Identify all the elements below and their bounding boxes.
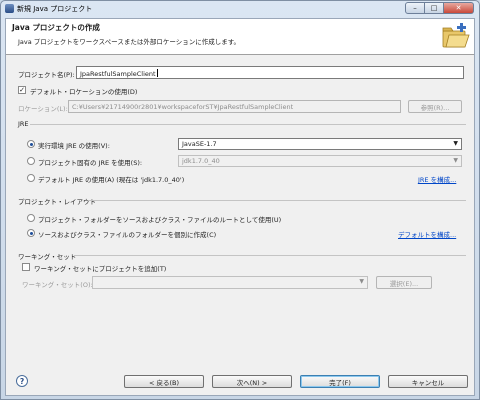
layout-root-label: プロジェクト・フォルダーをソースおよびクラス・ファイルのルートとして使用(U) <box>38 216 282 224</box>
working-sets-group-divider <box>74 255 466 256</box>
help-icon[interactable]: ? <box>16 375 28 387</box>
finish-button[interactable]: 完了(F) <box>300 375 380 388</box>
working-set-select[interactable]: ▼ <box>92 276 368 289</box>
location-label: ロケーション(L): <box>18 105 68 113</box>
jre-exec-env-radio[interactable] <box>27 140 35 148</box>
dialog-client-area: Java プロジェクトの作成 Java プロジェクトをワークスペースまたは外部ロ… <box>5 18 475 396</box>
jre-project-specific-value: jdk1.7.0_40 <box>182 157 220 165</box>
layout-root-radio[interactable] <box>27 214 35 222</box>
project-name-input[interactable]: JpaRestfulSampleClient <box>76 66 464 79</box>
working-set-field-label: ワーキング・セット(O): <box>22 281 93 289</box>
maximize-button[interactable]: □ <box>425 2 444 14</box>
project-name-label: プロジェクト名(P): <box>18 71 75 79</box>
dropdown-arrow-icon: ▼ <box>453 157 458 164</box>
back-button[interactable]: < 戻る(B) <box>124 375 204 388</box>
location-input[interactable]: C:¥Users¥21714900r2801¥workspaceforST¥Jp… <box>68 100 401 113</box>
browse-button[interactable]: 参照(R)... <box>408 100 462 113</box>
dropdown-arrow-icon: ▼ <box>359 278 364 285</box>
layout-group-label: プロジェクト・レイアウト <box>18 198 96 206</box>
use-default-location-checkbox[interactable]: ✓ <box>18 86 26 94</box>
select-working-set-button[interactable]: 選択(E)... <box>376 276 432 289</box>
jre-exec-env-value: JavaSE-1.7 <box>182 140 217 148</box>
wizard-header: Java プロジェクトの作成 Java プロジェクトをワークスペースまたは外部ロ… <box>6 19 474 55</box>
jre-project-specific-select[interactable]: jdk1.7.0_40 ▼ <box>178 155 462 167</box>
minimize-button[interactable]: – <box>405 2 425 14</box>
cancel-button[interactable]: キャンセル <box>388 375 468 388</box>
configure-jres-link[interactable]: JRE を構成... <box>418 174 456 184</box>
title-bar[interactable]: 新規 Java プロジェクト – □ ✕ <box>1 1 479 17</box>
jre-exec-env-select[interactable]: JavaSE-1.7 ▼ <box>178 138 462 150</box>
use-default-location-label: デフォルト・ロケーションの使用(D) <box>30 88 138 96</box>
jre-project-specific-label: プロジェクト固有の JRE を使用(S): <box>38 159 143 167</box>
wizard-description: Java プロジェクトをワークスペースまたは外部ロケーションに作成します。 <box>18 38 241 46</box>
layout-group-divider <box>88 200 466 201</box>
new-project-folder-icon <box>442 23 470 48</box>
next-button[interactable]: 次へ(N) > <box>212 375 292 388</box>
working-sets-group-label: ワーキング・セット <box>18 253 77 261</box>
jre-group-divider <box>30 124 466 125</box>
java-app-icon <box>5 4 14 13</box>
configure-default-link[interactable]: デフォルトを構成... <box>398 229 456 239</box>
jre-default-radio[interactable] <box>27 174 35 182</box>
wizard-title: Java プロジェクトの作成 <box>12 23 100 32</box>
dialog-window: 新規 Java プロジェクト – □ ✕ Java プロジェクトの作成 Java… <box>0 0 480 400</box>
add-to-working-set-checkbox[interactable] <box>22 263 30 271</box>
close-button[interactable]: ✕ <box>444 2 474 14</box>
text-caret <box>156 69 158 77</box>
layout-separate-label: ソースおよびクラス・ファイルのフォルダーを個別に作成(C) <box>38 231 217 239</box>
jre-project-specific-radio[interactable] <box>27 157 35 165</box>
project-name-value: JpaRestfulSampleClient <box>80 70 156 78</box>
dropdown-arrow-icon: ▼ <box>453 140 458 147</box>
jre-default-label: デフォルト JRE の使用(A) (現在は 'jdk1.7.0_40') <box>38 176 185 184</box>
jre-exec-env-label: 実行環境 JRE の使用(V): <box>38 142 110 150</box>
window-title: 新規 Java プロジェクト <box>17 5 93 13</box>
add-to-working-set-label: ワーキング・セットにプロジェクトを追加(T) <box>34 265 167 273</box>
jre-group-label: JRE <box>18 120 29 128</box>
layout-separate-radio[interactable] <box>27 229 35 237</box>
